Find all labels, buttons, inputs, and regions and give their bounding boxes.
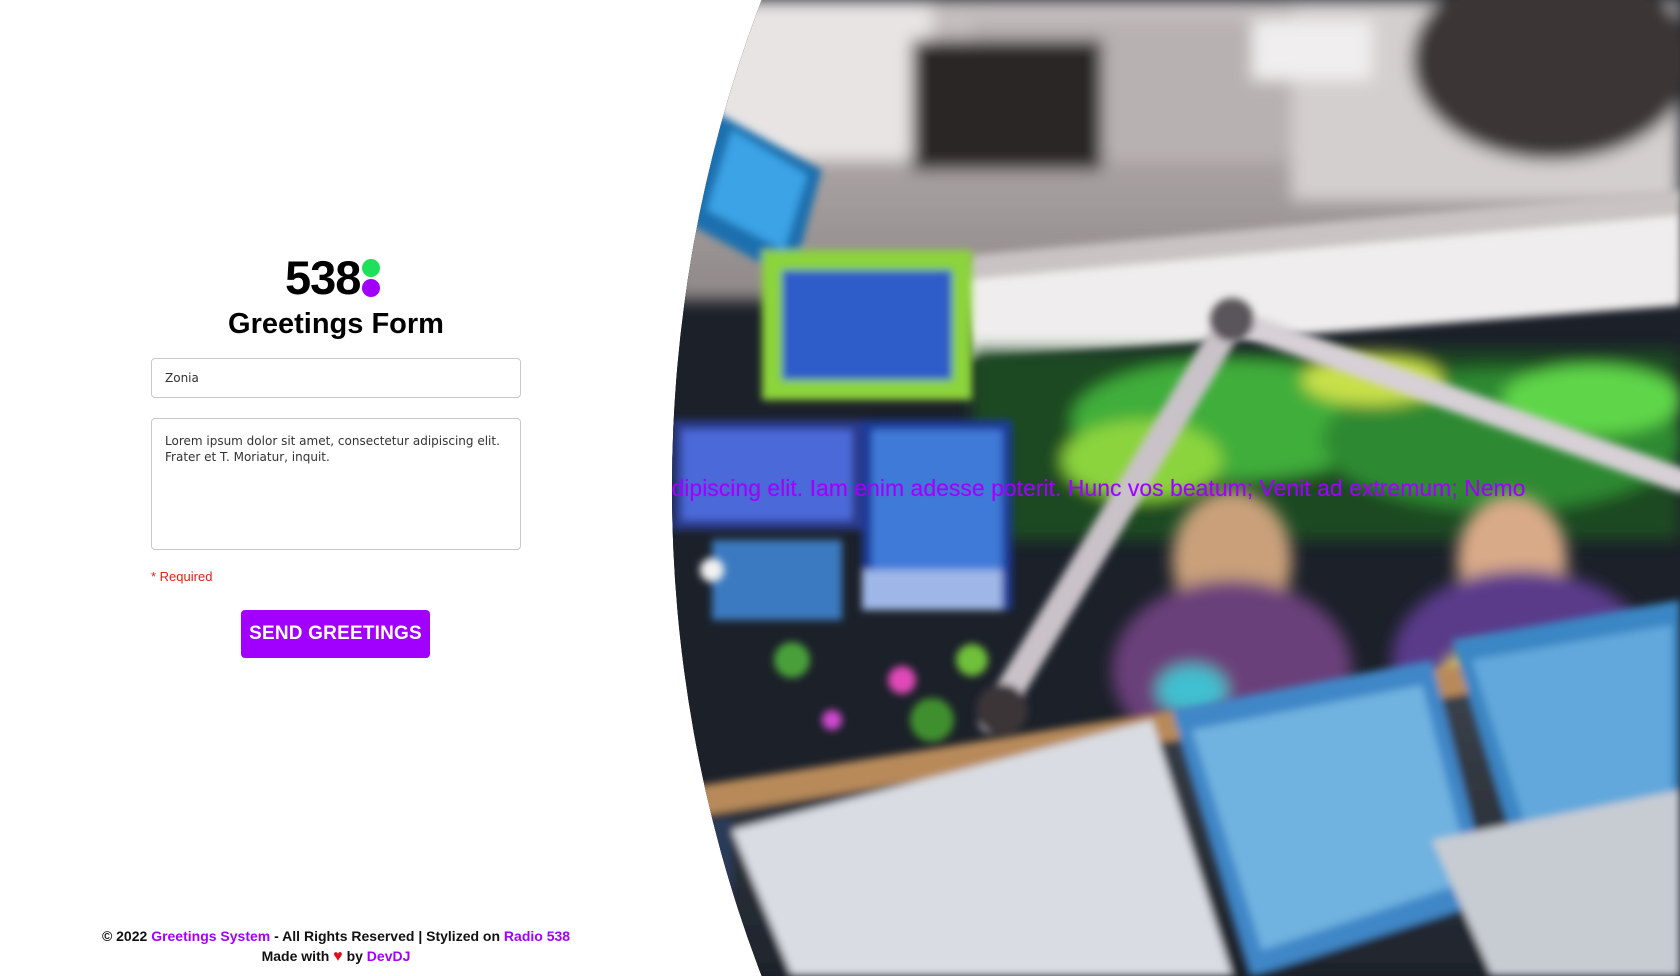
send-greetings-button[interactable]: SEND GREETINGS	[241, 610, 430, 658]
ticker-text: ectetur adipiscing elit. Iam enim adesse…	[672, 475, 1526, 501]
footer-station-link[interactable]: Radio 538	[504, 928, 570, 944]
page: 538 Greetings Form Lorem ipsum dolor sit…	[0, 0, 1680, 976]
footer-copyright-line: © 2022 Greetings System - All Rights Res…	[0, 926, 672, 946]
footer-system-link[interactable]: Greetings System	[151, 928, 270, 944]
heart-icon: ♥	[333, 948, 343, 965]
footer-made-with: Made with	[261, 948, 330, 964]
name-input[interactable]	[151, 358, 521, 398]
logo-green-dot	[362, 259, 381, 277]
logo-text: 538	[285, 251, 361, 304]
footer-author-link[interactable]: DevDJ	[367, 948, 411, 964]
greetings-ticker: ectetur adipiscing elit. Iam enim adesse…	[672, 472, 1680, 504]
logo-dots	[361, 258, 381, 298]
footer: © 2022 Greetings System - All Rights Res…	[0, 926, 672, 967]
studio-hero-image: ectetur adipiscing elit. Iam enim adesse…	[672, 0, 1680, 976]
form-title: Greetings Form	[228, 308, 444, 340]
required-note: * Required	[151, 569, 213, 584]
footer-credit-line: Made with ♥ by DevDJ	[0, 946, 672, 967]
message-textarea[interactable]: Lorem ipsum dolor sit amet, consectetur …	[151, 418, 521, 550]
footer-by: by	[346, 948, 363, 964]
radio-538-logo: 538	[285, 254, 381, 302]
footer-rights: - All Rights Reserved | Stylized on	[274, 928, 501, 944]
logo-purple-dot	[362, 279, 381, 297]
form-panel: 538 Greetings Form Lorem ipsum dolor sit…	[0, 0, 672, 976]
footer-copyright: © 2022	[101, 928, 148, 944]
